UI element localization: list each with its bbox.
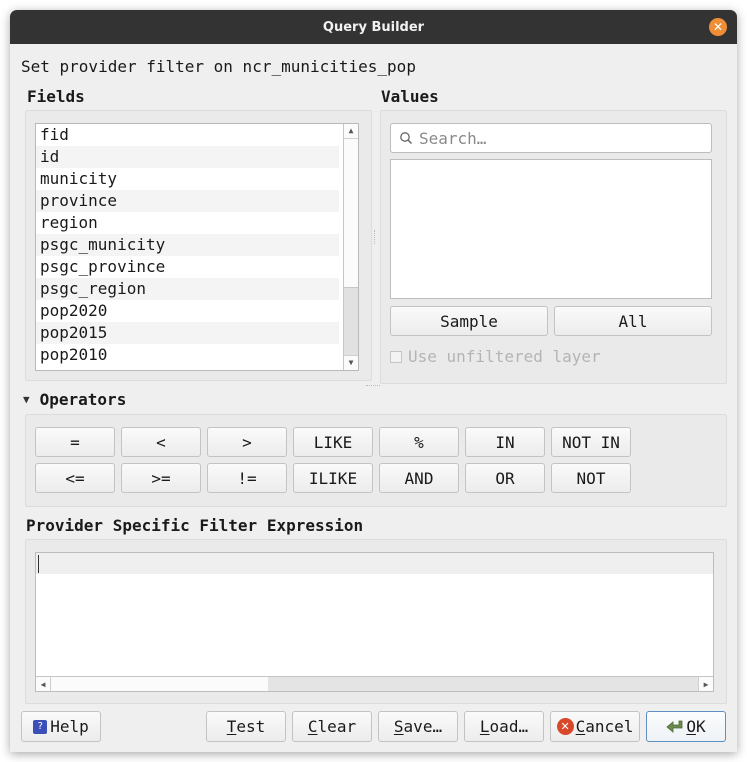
cancel-label-rest: ancel bbox=[585, 717, 634, 736]
values-label: Values bbox=[381, 87, 439, 106]
expression-horizontal-scrollbar[interactable]: ◀ ▶ bbox=[36, 676, 713, 691]
field-list-item[interactable]: psgc_municity bbox=[36, 234, 339, 256]
query-builder-dialog: Query Builder ✕ Set provider filter on n… bbox=[10, 10, 737, 752]
operator-button[interactable]: LIKE bbox=[293, 427, 373, 457]
close-button[interactable]: ✕ bbox=[709, 18, 727, 36]
search-icon bbox=[400, 132, 413, 145]
operators-header[interactable]: ▼ Operators bbox=[23, 390, 126, 409]
field-list-item[interactable]: psgc_region bbox=[36, 278, 339, 300]
cancel-mnemonic: C bbox=[575, 717, 586, 736]
field-list-item[interactable]: pop2015 bbox=[36, 322, 339, 344]
cancel-button[interactable]: ✕ Cancel bbox=[550, 711, 640, 742]
all-button[interactable]: All bbox=[554, 306, 712, 336]
values-search-input[interactable] bbox=[419, 128, 689, 148]
close-icon: ✕ bbox=[712, 20, 724, 34]
operator-button[interactable]: != bbox=[207, 463, 287, 493]
field-list-item[interactable]: municity bbox=[36, 168, 339, 190]
save-button[interactable]: Save… bbox=[378, 711, 458, 742]
scroll-up-arrow-icon[interactable]: ▲ bbox=[344, 124, 358, 139]
field-list-item[interactable]: id bbox=[36, 146, 339, 168]
operator-button[interactable]: OR bbox=[465, 463, 545, 493]
cancel-icon: ✕ bbox=[556, 718, 574, 735]
field-list-item[interactable]: psgc_province bbox=[36, 256, 339, 278]
operators-label: Operators bbox=[39, 390, 127, 409]
operator-button[interactable]: >= bbox=[121, 463, 201, 493]
scrollbar-thumb[interactable] bbox=[51, 677, 268, 691]
test-button[interactable]: Test bbox=[206, 711, 286, 742]
field-list-item[interactable]: fid bbox=[36, 124, 339, 146]
text-caret bbox=[38, 555, 39, 573]
test-mnemonic: T bbox=[226, 717, 237, 736]
operator-button[interactable]: % bbox=[379, 427, 459, 457]
field-list-item[interactable]: province bbox=[36, 190, 339, 212]
load-label-rest: oad… bbox=[489, 717, 529, 736]
operator-button[interactable]: NOT bbox=[551, 463, 631, 493]
field-list-item[interactable]: pop2010 bbox=[36, 344, 339, 366]
ok-button[interactable]: OK bbox=[646, 711, 726, 742]
test-label-rest: est bbox=[236, 717, 266, 736]
vertical-splitter-handle[interactable] bbox=[374, 230, 377, 244]
clear-label-rest: lear bbox=[317, 717, 357, 736]
operator-button[interactable]: IN bbox=[465, 427, 545, 457]
operator-button[interactable]: = bbox=[35, 427, 115, 457]
help-icon: ? bbox=[33, 719, 48, 734]
clear-mnemonic: C bbox=[307, 717, 318, 736]
collapse-triangle-icon[interactable]: ▼ bbox=[23, 393, 30, 406]
operator-button[interactable]: < bbox=[121, 427, 201, 457]
load-mnemonic: L bbox=[479, 717, 490, 736]
save-mnemonic: S bbox=[393, 717, 404, 736]
fields-rows: fid id municity province region psgc_municity… bbox=[36, 124, 358, 366]
scroll-left-arrow-icon[interactable]: ◀ bbox=[36, 677, 51, 691]
clear-button[interactable]: Clear bbox=[292, 711, 372, 742]
field-list-item[interactable]: pop2020 bbox=[36, 300, 339, 322]
operator-button[interactable]: ILIKE bbox=[293, 463, 373, 493]
help-button[interactable]: ? Help bbox=[21, 711, 101, 742]
help-button-label: Help bbox=[50, 717, 89, 736]
save-label-rest: ave… bbox=[403, 717, 443, 736]
ok-mnemonic: O bbox=[686, 717, 696, 736]
window-title: Query Builder bbox=[322, 19, 425, 35]
filter-expression-editor[interactable]: ◀ ▶ bbox=[35, 552, 714, 692]
field-list-item[interactable]: region bbox=[36, 212, 339, 234]
fields-label: Fields bbox=[27, 87, 85, 106]
operator-button[interactable]: AND bbox=[379, 463, 459, 493]
scroll-down-arrow-icon[interactable]: ▼ bbox=[344, 355, 358, 370]
values-search-box[interactable] bbox=[390, 123, 712, 153]
ok-arrow-icon bbox=[666, 720, 683, 733]
use-unfiltered-layer-checkbox[interactable] bbox=[390, 350, 402, 363]
load-button[interactable]: Load… bbox=[464, 711, 544, 742]
horizontal-splitter-handle[interactable] bbox=[366, 385, 380, 387]
scroll-right-arrow-icon[interactable]: ▶ bbox=[698, 677, 713, 691]
values-list[interactable] bbox=[390, 159, 712, 299]
current-line-highlight bbox=[36, 553, 713, 574]
operator-button[interactable]: NOT IN bbox=[551, 427, 631, 457]
fields-list[interactable]: fid id municity province region psgc_municity… bbox=[35, 123, 359, 371]
title-bar: Query Builder ✕ bbox=[10, 10, 737, 44]
operator-button[interactable]: > bbox=[207, 427, 287, 457]
ok-label-rest: K bbox=[696, 717, 706, 736]
operator-button[interactable]: <= bbox=[35, 463, 115, 493]
dialog-subtitle: Set provider filter on ncr_municities_po… bbox=[21, 57, 416, 76]
expression-label: Provider Specific Filter Expression bbox=[26, 516, 364, 535]
use-unfiltered-layer-option[interactable]: Use unfiltered layer bbox=[390, 347, 601, 366]
sample-button[interactable]: Sample bbox=[390, 306, 548, 336]
scrollbar-thumb[interactable] bbox=[344, 287, 358, 356]
fields-vertical-scrollbar[interactable]: ▲ ▼ bbox=[343, 124, 358, 370]
use-unfiltered-layer-label: Use unfiltered layer bbox=[408, 347, 601, 366]
